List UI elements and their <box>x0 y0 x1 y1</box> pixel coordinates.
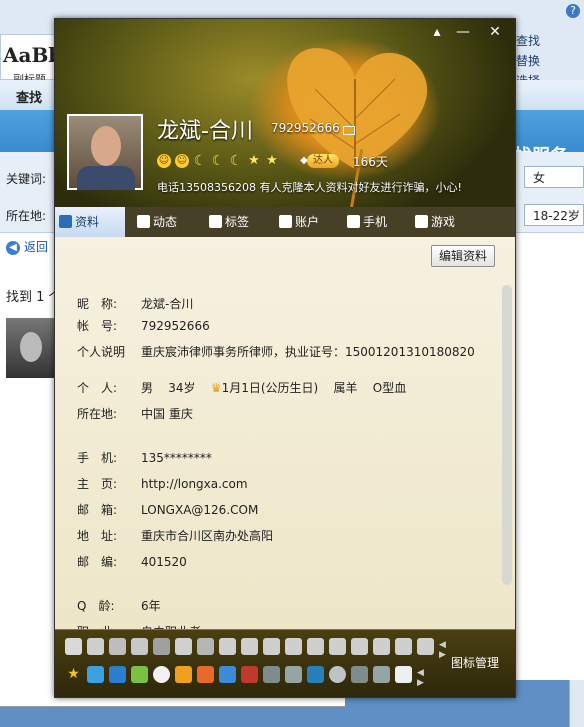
service-icon-bar: ◀ ▶ ★ ◀ ▶ 图标管理 <box>55 629 515 697</box>
moon-level-icon: ☾ <box>193 153 207 169</box>
tab-account[interactable]: 账户 <box>275 207 341 237</box>
eye-icon[interactable] <box>153 666 170 683</box>
scroll-arrows-icon[interactable]: ◀ ▶ <box>417 668 424 688</box>
avatar-show-icon[interactable] <box>241 666 258 683</box>
app-icon[interactable] <box>263 666 280 683</box>
hat-icon[interactable] <box>285 666 302 683</box>
blood-type: O型血 <box>372 381 407 395</box>
star-level-icon: ★ <box>266 153 278 168</box>
back-label: 返回 <box>24 240 49 254</box>
vip-badge[interactable]: 达人 <box>307 154 339 168</box>
find-button[interactable]: 查找 <box>516 32 540 49</box>
age-select[interactable]: 18-22岁 <box>524 204 584 226</box>
replace-button[interactable]: 替换 <box>516 52 540 69</box>
qzone-icon[interactable] <box>87 666 104 683</box>
gender-select[interactable]: 女 <box>524 166 584 188</box>
pet-icon[interactable] <box>175 666 192 683</box>
back-arrow-icon: ◀ <box>6 240 20 255</box>
diamond-icon[interactable] <box>351 638 368 655</box>
scrollbar[interactable] <box>569 680 584 727</box>
heart-icon[interactable] <box>65 638 82 655</box>
profile-details: 编辑资料 昵 称: 龙斌-合川 帐 号: 792952666 个人说明 重庆宸沛… <box>55 237 515 639</box>
minimize-button[interactable]: — <box>453 23 473 41</box>
age: 34岁 <box>168 381 196 395</box>
result-avatar[interactable] <box>6 318 54 378</box>
tab-profile[interactable]: 资料 <box>55 207 125 237</box>
star-level-icon: ★ <box>248 153 260 168</box>
skin-icon[interactable]: ▴ <box>427 23 447 41</box>
diamond-icon[interactable] <box>241 638 258 655</box>
grid-icon[interactable] <box>351 666 368 683</box>
help-icon[interactable]: ? <box>566 4 580 18</box>
briefcase-icon <box>279 215 292 228</box>
face-icon[interactable] <box>197 666 214 683</box>
sun-level-icon: ☺ <box>175 154 189 168</box>
shield-icon[interactable] <box>175 638 192 655</box>
profile-card-icon <box>59 215 72 228</box>
tab-mobile[interactable]: 手机 <box>343 207 409 237</box>
edit-profile-button[interactable]: 编辑资料 <box>431 245 495 267</box>
phone-icon <box>347 215 360 228</box>
details-scrollbar[interactable] <box>502 285 512 585</box>
penguin-icon[interactable] <box>153 638 170 655</box>
heart-icon[interactable] <box>87 638 104 655</box>
icon-manage-link[interactable]: 图标管理 <box>451 654 499 671</box>
gender: 男 <box>141 381 154 395</box>
seal-icon[interactable] <box>395 666 412 683</box>
diamond-icon[interactable] <box>285 638 302 655</box>
chat-icon[interactable] <box>131 666 148 683</box>
sun-level-icon: ☺ <box>157 154 171 168</box>
trophy-icon[interactable] <box>109 638 126 655</box>
active-days: 166天 <box>353 155 388 169</box>
camera-icon[interactable] <box>109 666 126 683</box>
style-gallery-item[interactable]: AaBb( 副标题 <box>0 34 72 86</box>
profile-header: ▴ — ✕ 龙斌-合川 792952666 ☺ ☺ ☾ ☾ ☾ ★ ★ ◆ 达人… <box>55 19 515 209</box>
diamond-icon[interactable] <box>263 638 280 655</box>
moon-level-icon: ☾ <box>211 153 225 169</box>
tab-feed[interactable]: 动态 <box>133 207 199 237</box>
birthday: 1月1日(公历生日) <box>221 381 319 395</box>
shield-icon[interactable] <box>307 666 324 683</box>
back-link[interactable]: ◀ 返回 <box>6 238 48 255</box>
scroll-arrows-icon[interactable]: ◀ ▶ <box>439 640 446 660</box>
avatar[interactable] <box>67 114 143 190</box>
s-icon[interactable] <box>329 666 346 683</box>
location-label: 所在地: <box>6 209 47 223</box>
homepage-link[interactable]: http://longxa.com <box>141 475 248 493</box>
profile-card-window: ▴ — ✕ 龙斌-合川 792952666 ☺ ☺ ☾ ☾ ☾ ★ ★ ◆ 达人… <box>54 18 516 698</box>
monitor-icon[interactable] <box>197 638 214 655</box>
music-icon[interactable] <box>417 638 434 655</box>
box-icon[interactable] <box>373 666 390 683</box>
keyword-label: 关键词: <box>6 172 47 186</box>
star-icon[interactable]: ★ <box>65 666 82 683</box>
diamond-icon[interactable] <box>329 638 346 655</box>
tab-games[interactable]: 游戏 <box>411 207 477 237</box>
diamond-icon[interactable] <box>219 638 236 655</box>
diamond-icon[interactable] <box>373 638 390 655</box>
nickname: 龙斌-合川 <box>157 119 253 144</box>
gamepad-icon <box>415 215 428 228</box>
diamond-icon[interactable] <box>395 638 412 655</box>
zodiac: 属羊 <box>333 381 358 395</box>
close-button[interactable]: ✕ <box>485 23 505 41</box>
mail-icon[interactable] <box>343 126 355 135</box>
list-icon <box>137 215 150 228</box>
diamond-icon[interactable] <box>307 638 324 655</box>
signature: 电话13508356208 有人克隆本人资料对好友进行诈骗，小心! <box>157 181 462 194</box>
moon-level-icon: ☾ <box>229 153 243 169</box>
diamond-icon[interactable] <box>131 638 148 655</box>
find-window-title: 查找 <box>16 91 43 106</box>
crown-icon: ♛ <box>210 381 222 395</box>
tab-tags[interactable]: 标签 <box>205 207 271 237</box>
profile-tabs: 资料 动态 标签 账户 手机 游戏 <box>55 207 515 237</box>
qq-number: 792952666 <box>271 121 340 135</box>
mobile-icon[interactable] <box>219 666 236 683</box>
editing-group: 查找 替换 选择 <box>512 30 584 88</box>
bookmark-icon <box>209 215 222 228</box>
